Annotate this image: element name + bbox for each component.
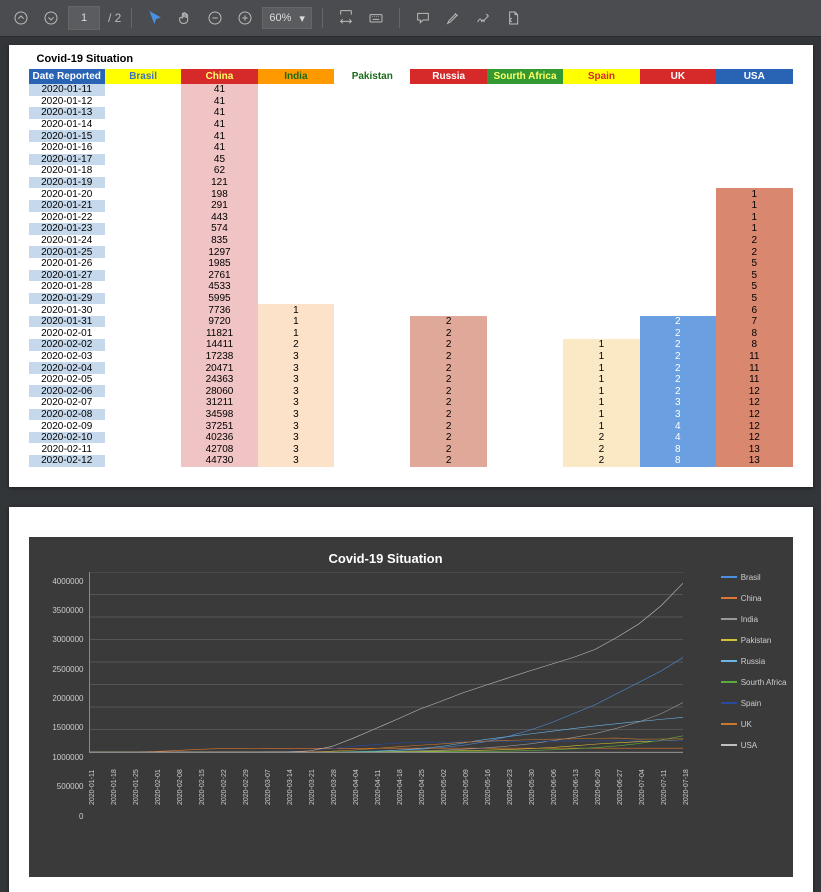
chart-title: Covid-19 Situation <box>89 551 683 566</box>
table-row: 2020-01-224431 <box>29 212 793 224</box>
col-uk: UK <box>640 69 716 84</box>
table-row: 2020-02-1040236322412 <box>29 432 793 444</box>
table-row: 2020-01-248352 <box>29 235 793 247</box>
table-row: 2020-01-1641 <box>29 142 793 154</box>
table-row: 2020-01-201981 <box>29 188 793 200</box>
table-row: 2020-02-0524363321211 <box>29 374 793 386</box>
table-row: 2020-01-235741 <box>29 223 793 235</box>
chart: Covid-19 Situation 400000035000003000000… <box>29 537 793 877</box>
table-row: 2020-01-1241 <box>29 96 793 108</box>
table-row: 2020-02-1244730322813 <box>29 455 793 467</box>
table-row: 2020-02-0420471321211 <box>29 362 793 374</box>
table-row: 2020-01-1745 <box>29 154 793 166</box>
table-row: 2020-02-0731211321312 <box>29 397 793 409</box>
col-brasil: Brasil <box>105 69 181 84</box>
col-russia: Russia <box>410 69 486 84</box>
table-row: 2020-01-2959955 <box>29 293 793 305</box>
table-row: 2020-01-3197201227 <box>29 316 793 328</box>
page-1: Covid-19 Situation Date ReportedBrasilCh… <box>9 45 813 487</box>
col-usa: USA <box>716 69 792 84</box>
zoom-in-button[interactable] <box>232 5 258 31</box>
table-row: 2020-01-1341 <box>29 107 793 119</box>
data-table: Date ReportedBrasilChinaIndiaPakistanRus… <box>29 69 793 467</box>
col-spain: Spain <box>563 69 639 84</box>
select-tool-button[interactable] <box>142 5 168 31</box>
col-india: India <box>258 69 334 84</box>
table-row: 2020-01-212911 <box>29 200 793 212</box>
keyboard-button[interactable] <box>363 5 389 31</box>
zoom-out-button[interactable] <box>202 5 228 31</box>
table-row: 2020-01-19121 <box>29 177 793 189</box>
table-row: 2020-02-1142708322813 <box>29 443 793 455</box>
doc-title: Covid-19 Situation <box>37 53 793 65</box>
table-row: 2020-01-2619855 <box>29 258 793 270</box>
y-axis: 4000000350000030000002500000200000015000… <box>39 577 84 821</box>
highlight-button[interactable] <box>440 5 466 31</box>
table-row: 2020-02-0317238321211 <box>29 351 793 363</box>
table-row: 2020-01-1441 <box>29 119 793 131</box>
table-row: 2020-01-1862 <box>29 165 793 177</box>
plot-area <box>89 572 683 753</box>
col-pakistan: Pakistan <box>334 69 410 84</box>
table-row: 2020-02-0834598321312 <box>29 409 793 421</box>
table-row: 2020-01-1141 <box>29 84 793 96</box>
table-row: 2020-02-021441122128 <box>29 339 793 351</box>
page-2: Covid-19 Situation 400000035000003000000… <box>9 507 813 892</box>
more-tools-button[interactable] <box>500 5 526 31</box>
table-row: 2020-01-2727615 <box>29 270 793 282</box>
x-axis: 2020-01-112020-01-182020-01-252020-02-01… <box>89 771 683 871</box>
fit-width-button[interactable] <box>333 5 359 31</box>
document-viewer[interactable]: Covid-19 Situation Date ReportedBrasilCh… <box>0 37 821 892</box>
table-row: 2020-01-1541 <box>29 130 793 142</box>
col-sa: Sourth Africa <box>487 69 563 84</box>
table-row: 2020-01-30773616 <box>29 304 793 316</box>
table-row: 2020-02-0628060321212 <box>29 385 793 397</box>
pdf-toolbar: / 2 60%▾ <box>0 0 821 37</box>
table-row: 2020-02-01118211228 <box>29 327 793 339</box>
col-china: China <box>181 69 257 84</box>
legend: BrasilChinaIndiaPakistanRussiaSourth Afr… <box>721 573 787 750</box>
chevron-down-icon: ▾ <box>299 12 305 25</box>
hand-tool-button[interactable] <box>172 5 198 31</box>
zoom-select[interactable]: 60%▾ <box>262 7 312 29</box>
table-row: 2020-01-2512972 <box>29 246 793 258</box>
col-date: Date Reported <box>29 69 105 84</box>
table-row: 2020-02-0937251321412 <box>29 420 793 432</box>
page-up-button[interactable] <box>8 5 34 31</box>
table-row: 2020-01-2845335 <box>29 281 793 293</box>
comment-button[interactable] <box>410 5 436 31</box>
sign-button[interactable] <box>470 5 496 31</box>
page-down-button[interactable] <box>38 5 64 31</box>
page-count: / 2 <box>108 11 121 25</box>
page-number-input[interactable] <box>68 6 100 30</box>
